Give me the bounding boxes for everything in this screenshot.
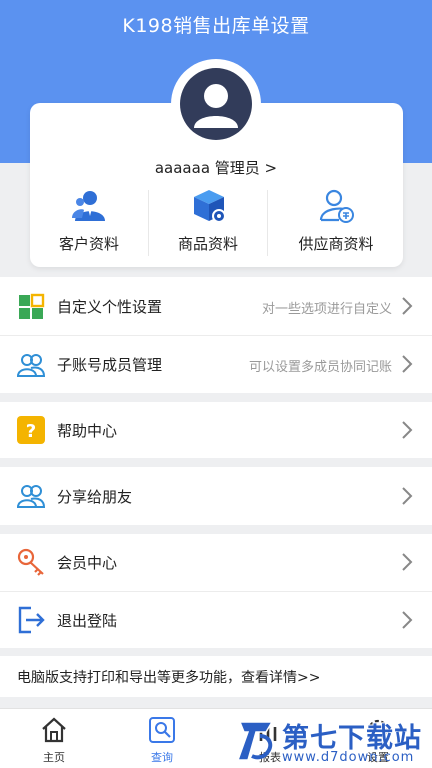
desktop-promo-link[interactable]: 电脑版支持打印和导出等更多功能，查看详情>> bbox=[0, 656, 432, 697]
customers-icon bbox=[72, 188, 108, 224]
members-icon bbox=[16, 351, 46, 379]
watermark-logo-icon bbox=[236, 721, 274, 761]
promo-text: 电脑版支持打印和导出等更多功能，查看详情>> bbox=[17, 670, 321, 686]
menu-item-subaccounts[interactable]: 子账号成员管理 可以设置多成员协同记账 bbox=[0, 336, 432, 393]
menu-item-customize[interactable]: 自定义个性设置 对一些选项进行自定义 bbox=[0, 277, 432, 335]
help-icon: ? bbox=[17, 416, 45, 444]
quick-link-customers[interactable]: 客户资料 bbox=[30, 188, 148, 258]
chevron-right-icon bbox=[402, 553, 413, 571]
chevron-right-icon bbox=[402, 297, 413, 315]
menu-label: 分享给朋友 bbox=[57, 488, 133, 506]
tab-label: 查询 bbox=[151, 751, 173, 764]
share-friends-icon bbox=[16, 482, 46, 510]
watermark-url: www.d7down.com bbox=[282, 750, 415, 765]
quick-link-label: 供应商资料 bbox=[298, 235, 374, 253]
quick-link-label: 商品资料 bbox=[177, 235, 238, 253]
user-avatar-icon[interactable] bbox=[180, 68, 252, 140]
vip-key-icon bbox=[17, 548, 45, 576]
menu-label: 自定义个性设置 bbox=[57, 298, 163, 316]
menu-item-logout[interactable]: 退出登陆 bbox=[0, 592, 432, 648]
menu-item-share[interactable]: 分享给朋友 bbox=[0, 467, 432, 525]
menu-label: 子账号成员管理 bbox=[57, 356, 163, 374]
home-icon bbox=[42, 717, 66, 743]
menu-item-vip[interactable]: 会员中心 bbox=[0, 534, 432, 591]
quick-link-label: 客户资料 bbox=[58, 235, 119, 253]
grid-customize-icon bbox=[17, 293, 45, 321]
profile-username[interactable]: aaaaaa 管理员 > bbox=[0, 157, 432, 178]
chevron-right-icon bbox=[402, 487, 413, 505]
query-icon bbox=[149, 717, 175, 743]
menu-item-help[interactable]: ? 帮助中心 bbox=[0, 402, 432, 458]
chevron-right-icon bbox=[402, 611, 413, 629]
page-title: K198销售出库单设置 bbox=[122, 15, 310, 37]
tab-query[interactable]: 查询 bbox=[108, 709, 216, 768]
menu-label: 退出登陆 bbox=[57, 612, 118, 630]
svg-text:?: ? bbox=[26, 421, 36, 442]
tab-home[interactable]: 主页 bbox=[0, 709, 108, 768]
product-box-icon bbox=[191, 188, 227, 224]
watermark: 第七下载站 www.d7down.com bbox=[236, 716, 432, 768]
logout-icon bbox=[17, 606, 45, 634]
tab-label: 主页 bbox=[43, 751, 65, 764]
menu-label: 帮助中心 bbox=[57, 422, 118, 440]
quick-link-products[interactable]: 商品资料 bbox=[149, 188, 267, 258]
supplier-icon bbox=[319, 188, 355, 224]
divider bbox=[267, 190, 268, 256]
menu-hint: 对一些选项进行自定义 bbox=[261, 302, 392, 317]
menu-hint: 可以设置多成员协同记账 bbox=[248, 360, 392, 375]
menu-label: 会员中心 bbox=[57, 554, 118, 572]
quick-link-suppliers[interactable]: 供应商资料 bbox=[277, 188, 395, 258]
chevron-right-icon bbox=[402, 355, 413, 373]
chevron-right-icon bbox=[402, 421, 413, 439]
